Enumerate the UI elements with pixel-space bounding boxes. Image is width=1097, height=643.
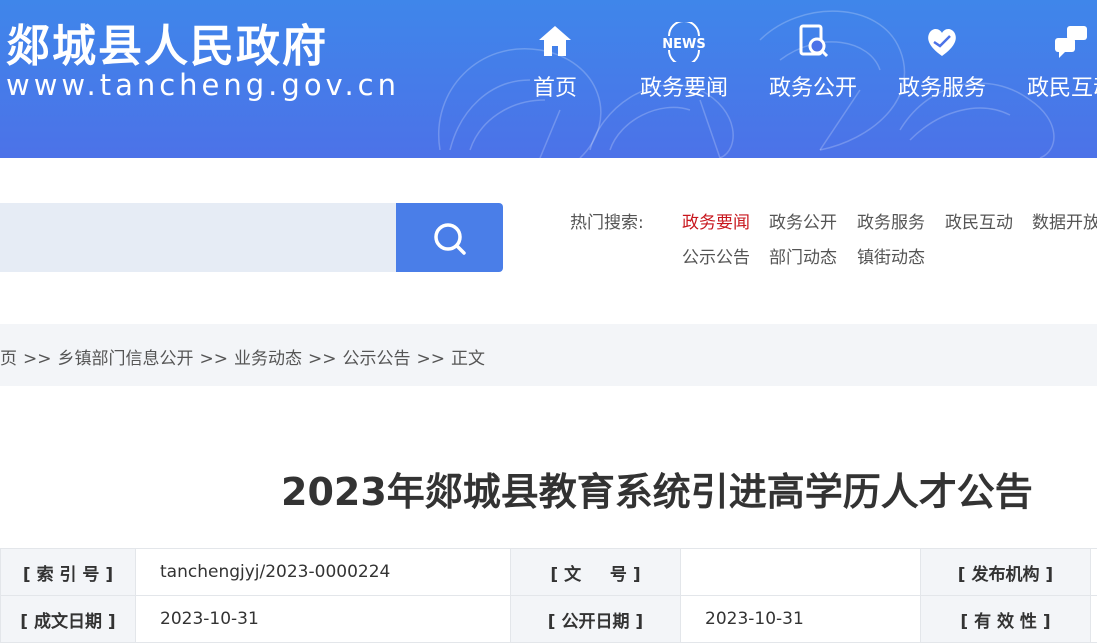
hot-search-label: 热门搜索: xyxy=(570,208,644,233)
table-row: [ 索 引 号 ] tanchengjyj/2023-0000224 [ 文 号… xyxy=(1,549,1097,596)
site-header: 郯城县人民政府 www.tancheng.gov.cn 首页 NEWS 政务要闻… xyxy=(0,0,1097,158)
meta-validity-value xyxy=(1091,596,1097,643)
breadcrumb-item[interactable]: 公示公告 xyxy=(343,349,411,369)
breadcrumb-current: 正文 xyxy=(451,349,485,369)
nav-item-label: 政务公开 xyxy=(748,70,878,102)
site-title: 郯城县人民政府 xyxy=(6,10,328,74)
hot-keyword[interactable]: 政民互动 xyxy=(945,208,1013,233)
nav-item-label: 首页 xyxy=(490,70,620,102)
meta-publisher-label: [ 发布机构 ] xyxy=(921,549,1091,596)
nav-item-interaction[interactable]: 政民互动 xyxy=(1006,22,1097,102)
meta-created-value: 2023-10-31 xyxy=(136,596,511,643)
search-button[interactable] xyxy=(396,203,503,272)
hot-keyword[interactable]: 数据开放 xyxy=(1032,208,1097,233)
document-search-icon xyxy=(793,22,833,62)
hot-keyword[interactable]: 政务服务 xyxy=(857,208,925,233)
home-icon xyxy=(535,22,575,62)
breadcrumb-separator: >> xyxy=(23,349,52,369)
article-meta-table: [ 索 引 号 ] tanchengjyj/2023-0000224 [ 文 号… xyxy=(0,548,1097,643)
meta-publisher-value xyxy=(1091,549,1097,596)
meta-opened-label: [ 公开日期 ] xyxy=(511,596,681,643)
meta-docno-value xyxy=(681,549,921,596)
meta-index-value: tanchengjyj/2023-0000224 xyxy=(136,549,511,596)
meta-docno-label: [ 文 号 ] xyxy=(511,549,681,596)
breadcrumb-separator: >> xyxy=(200,349,229,369)
table-row: [ 成文日期 ] 2023-10-31 [ 公开日期 ] 2023-10-31 … xyxy=(1,596,1097,643)
nav-item-label: 政务要闻 xyxy=(619,70,749,102)
news-icon: NEWS xyxy=(659,22,709,62)
breadcrumb: 页>>乡镇部门信息公开>>业务动态>>公示公告>>正文 xyxy=(0,344,485,369)
nav-item-services[interactable]: 政务服务 xyxy=(877,22,1007,102)
hot-keyword[interactable]: 政务公开 xyxy=(769,208,837,233)
hot-keyword[interactable]: 政务要闻 xyxy=(682,208,750,233)
nav-item-open-affairs[interactable]: 政务公开 xyxy=(748,22,878,102)
nav-item-home[interactable]: 首页 xyxy=(490,22,620,102)
meta-created-label: [ 成文日期 ] xyxy=(1,596,136,643)
nav-item-news[interactable]: NEWS 政务要闻 xyxy=(619,22,749,102)
nav-item-label: 政民互动 xyxy=(1006,70,1097,102)
breadcrumb-item[interactable]: 业务动态 xyxy=(234,349,302,369)
meta-index-label: [ 索 引 号 ] xyxy=(1,549,136,596)
meta-validity-label: [ 有 效 性 ] xyxy=(921,596,1091,643)
chat-bubbles-icon xyxy=(1051,22,1091,62)
breadcrumb-item[interactable]: 乡镇部门信息公开 xyxy=(58,349,194,369)
breadcrumb-separator: >> xyxy=(417,349,446,369)
hot-keyword[interactable]: 部门动态 xyxy=(769,243,837,268)
search-icon xyxy=(432,221,468,257)
article-title: 2023年郯城县教育系统引进高学历人才公告 xyxy=(281,461,1033,516)
news-badge-text: NEWS xyxy=(662,37,705,52)
nav-item-label: 政务服务 xyxy=(877,70,1007,102)
site-url: www.tancheng.gov.cn xyxy=(6,68,400,102)
hot-keyword[interactable]: 公示公告 xyxy=(682,243,750,268)
breadcrumb-item[interactable]: 页 xyxy=(0,349,17,369)
meta-opened-value: 2023-10-31 xyxy=(681,596,921,643)
heart-hands-icon xyxy=(922,22,962,62)
hot-keyword[interactable]: 镇街动态 xyxy=(857,243,925,268)
search-input[interactable] xyxy=(0,203,396,272)
breadcrumb-separator: >> xyxy=(308,349,337,369)
